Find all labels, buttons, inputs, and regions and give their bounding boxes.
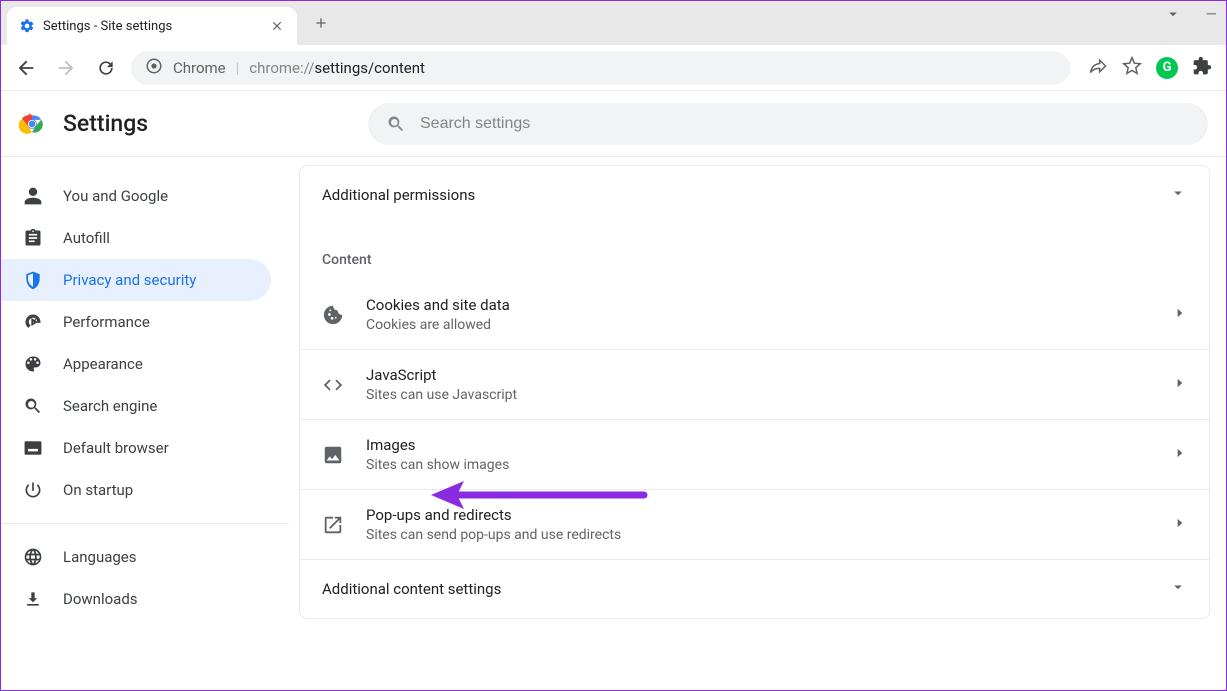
popup-icon xyxy=(322,514,344,536)
sidebar-item-search-engine[interactable]: Search engine xyxy=(1,385,271,427)
settings-card: Additional permissions Content Cookies a… xyxy=(299,165,1210,619)
extension-grammarly-icon[interactable]: G xyxy=(1156,57,1178,79)
cookie-icon xyxy=(322,304,344,326)
window-minimize-button[interactable] xyxy=(1204,6,1220,26)
extensions-icon[interactable] xyxy=(1192,56,1212,80)
sidebar-item-on-startup[interactable]: On startup xyxy=(1,469,271,511)
settings-header: Settings xyxy=(1,91,1226,157)
browser-toolbar: Chrome | chrome://settings/content G xyxy=(1,45,1226,91)
chevron-right-icon xyxy=(1173,376,1187,394)
row-additional-permissions[interactable]: Additional permissions xyxy=(300,166,1209,224)
browser-window: Settings - Site settings Chrome | chrome… xyxy=(0,0,1227,691)
bookmark-icon[interactable] xyxy=(1122,56,1142,80)
site-info-icon[interactable] xyxy=(145,57,163,79)
tab-strip: Settings - Site settings xyxy=(1,1,1226,45)
row-subtitle: Cookies are allowed xyxy=(366,317,1151,333)
sidebar-item-label: On startup xyxy=(63,481,133,499)
sidebar-divider xyxy=(1,523,289,524)
close-tab-button[interactable] xyxy=(269,18,285,34)
row-title: JavaScript xyxy=(366,366,1151,384)
forward-button[interactable] xyxy=(51,53,81,83)
sidebar-item-performance[interactable]: Performance xyxy=(1,301,271,343)
content-section-label: Content xyxy=(300,224,1209,280)
sidebar-item-label: You and Google xyxy=(63,187,168,205)
settings-gear-icon xyxy=(19,18,35,34)
url-host: Chrome xyxy=(173,59,226,77)
sidebar-item-languages[interactable]: Languages xyxy=(1,536,271,578)
chevron-right-icon xyxy=(1173,516,1187,534)
browser-tab[interactable]: Settings - Site settings xyxy=(7,7,297,45)
chevron-right-icon xyxy=(1173,446,1187,464)
url-divider: | xyxy=(236,59,240,77)
sidebar-item-privacy[interactable]: Privacy and security xyxy=(1,259,271,301)
sidebar-item-label: Search engine xyxy=(63,397,157,415)
row-cookies[interactable]: Cookies and site data Cookies are allowe… xyxy=(300,280,1209,349)
window-dropdown-icon[interactable] xyxy=(1164,5,1182,27)
row-subtitle: Sites can use Javascript xyxy=(366,387,1151,403)
image-icon xyxy=(322,444,344,466)
sidebar-item-label: Languages xyxy=(63,548,137,566)
back-button[interactable] xyxy=(11,53,41,83)
row-subtitle: Sites can send pop-ups and use redirects xyxy=(366,527,1151,543)
row-subtitle: Sites can show images xyxy=(366,457,1151,473)
share-icon[interactable] xyxy=(1088,56,1108,80)
row-javascript[interactable]: JavaScript Sites can use Javascript xyxy=(300,349,1209,419)
row-title: Additional content settings xyxy=(322,580,1169,598)
sidebar-item-downloads[interactable]: Downloads xyxy=(1,578,271,620)
address-bar[interactable]: Chrome | chrome://settings/content xyxy=(131,51,1070,85)
sidebar-item-appearance[interactable]: Appearance xyxy=(1,343,271,385)
url-path: chrome://settings/content xyxy=(249,59,425,77)
sidebar-item-label: Autofill xyxy=(63,229,110,247)
sidebar-item-label: Appearance xyxy=(63,355,143,373)
search-icon xyxy=(386,114,406,134)
new-tab-button[interactable] xyxy=(307,9,335,37)
content-area[interactable]: Additional permissions Content Cookies a… xyxy=(289,157,1226,690)
page-title: Settings xyxy=(63,110,148,137)
chevron-right-icon xyxy=(1173,306,1187,324)
row-popups[interactable]: Pop-ups and redirects Sites can send pop… xyxy=(300,489,1209,559)
sidebar-item-you-and-google[interactable]: You and Google xyxy=(1,175,271,217)
chevron-down-icon xyxy=(1169,184,1187,206)
tab-title: Settings - Site settings xyxy=(43,19,261,34)
row-images[interactable]: Images Sites can show images xyxy=(300,419,1209,489)
chrome-logo-icon xyxy=(19,111,45,137)
row-additional-content[interactable]: Additional content settings xyxy=(300,560,1209,618)
sidebar-item-label: Performance xyxy=(63,313,150,331)
reload-button[interactable] xyxy=(91,53,121,83)
row-title: Cookies and site data xyxy=(366,296,1151,314)
row-title: Pop-ups and redirects xyxy=(366,506,1151,524)
sidebar-item-label: Privacy and security xyxy=(63,271,196,289)
row-title: Images xyxy=(366,436,1151,454)
settings-sidebar[interactable]: You and Google Autofill Privacy and secu… xyxy=(1,157,289,690)
window-controls xyxy=(1164,5,1220,27)
sidebar-item-label: Downloads xyxy=(63,590,138,608)
settings-search[interactable] xyxy=(368,103,1208,145)
sidebar-item-autofill[interactable]: Autofill xyxy=(1,217,271,259)
code-icon xyxy=(322,374,344,396)
chevron-down-icon xyxy=(1169,578,1187,600)
sidebar-item-default-browser[interactable]: Default browser xyxy=(1,427,271,469)
sidebar-item-label: Default browser xyxy=(63,439,169,457)
row-title: Additional permissions xyxy=(322,186,1169,204)
settings-search-input[interactable] xyxy=(420,115,1190,133)
